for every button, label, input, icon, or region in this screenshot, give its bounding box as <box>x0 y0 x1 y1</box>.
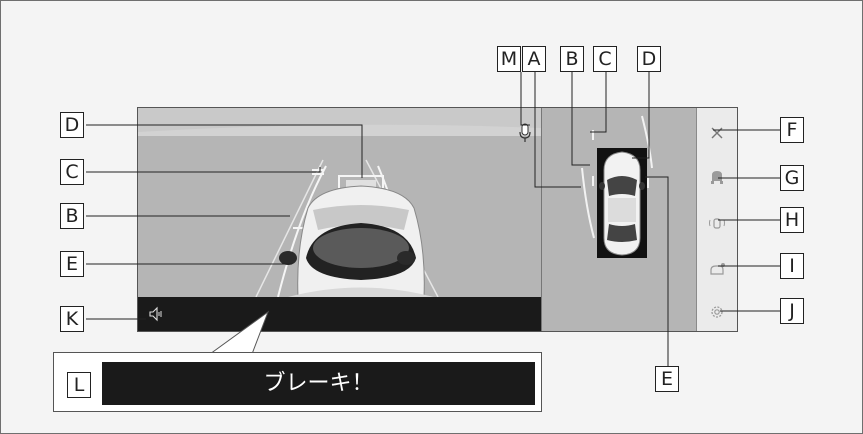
callout-B-left: B <box>60 203 84 229</box>
callout-B-top: B <box>560 46 584 72</box>
callout-I: I <box>780 253 804 279</box>
callout-C-top: C <box>593 46 617 72</box>
callout-D-left: D <box>60 112 84 138</box>
callout-D-top: D <box>637 46 661 72</box>
callout-E-right: E <box>655 366 679 392</box>
callout-J: J <box>780 298 804 324</box>
callout-K: K <box>60 306 84 332</box>
callout-H: H <box>780 207 804 233</box>
callout-F: F <box>780 117 804 143</box>
callout-A: A <box>522 46 546 72</box>
callout-G: G <box>780 165 804 191</box>
callout-L: L <box>67 372 91 398</box>
brake-warning-message: ブレーキ！ <box>102 362 535 405</box>
callout-M: M <box>497 46 521 72</box>
callout-E-left: E <box>60 251 84 277</box>
callout-C-left: C <box>60 159 84 185</box>
